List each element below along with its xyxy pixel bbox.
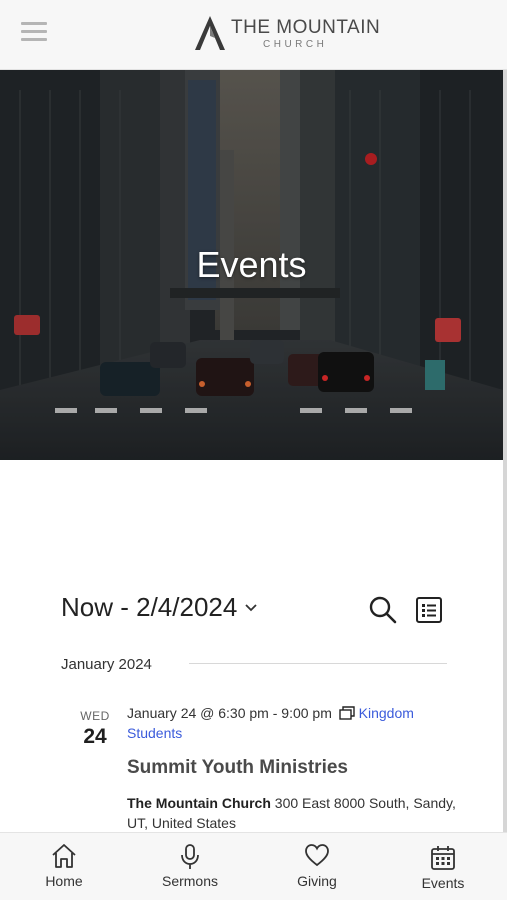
event-date-tag: WED 24 [74,709,116,749]
event-item: January 24 @ 6:30 pm - 9:00 pm Kingdom S… [127,703,467,833]
date-range-picker[interactable]: Now - 2/4/2024 [61,592,257,623]
month-divider [189,663,447,664]
event-datetime: January 24 @ 6:30 pm - 9:00 pm [127,705,332,721]
nav-item-sermons[interactable]: Sermons [140,833,240,900]
bottom-navigation: Home Sermons Giving Events [0,832,507,900]
microphone-icon [181,844,199,869]
nav-item-events[interactable]: Events [393,833,493,900]
scrollbar[interactable] [503,70,507,832]
heart-icon [305,844,329,867]
nav-item-giving[interactable]: Giving [267,833,367,900]
nav-label-giving: Giving [297,873,337,889]
hamburger-menu-icon[interactable] [18,22,52,48]
event-day-number: 24 [83,725,107,748]
search-icon [369,596,397,624]
venue-name: The Mountain Church [127,795,271,811]
chevron-down-icon [245,603,257,611]
event-venue: The Mountain Church 300 East 8000 South,… [127,793,467,833]
event-title[interactable]: Summit Youth Ministries [127,757,467,779]
top-bar: THE MOUNTAIN CHURCH [0,0,507,70]
nav-item-home[interactable]: Home [14,833,114,900]
month-label: January 2024 [61,656,152,673]
calendar-icon [431,846,455,870]
date-range-label: Now - 2/4/2024 [61,592,238,622]
home-icon [52,844,76,868]
list-view-button[interactable] [415,596,443,624]
nav-label-sermons: Sermons [161,873,219,889]
app-screen: THE MOUNTAIN CHURCH Events Now - 2/4/202… [0,0,507,900]
hero-banner: Events [0,70,503,460]
church-logo[interactable]: THE MOUNTAIN CHURCH [193,12,380,58]
mountain-logo-icon [195,16,225,50]
search-button[interactable] [368,595,398,625]
logo-title: THE MOUNTAIN [231,17,381,38]
month-separator: January 2024 [61,654,447,674]
nav-label-events: Events [421,875,465,891]
page-title: Events [196,244,307,285]
event-day-of-week: WED [80,709,110,723]
nav-label-home: Home [45,873,83,889]
event-meta: January 24 @ 6:30 pm - 9:00 pm Kingdom S… [127,703,467,743]
list-view-icon [416,597,442,623]
logo-subtitle: CHURCH [263,39,328,50]
recurring-series-icon [339,706,355,720]
